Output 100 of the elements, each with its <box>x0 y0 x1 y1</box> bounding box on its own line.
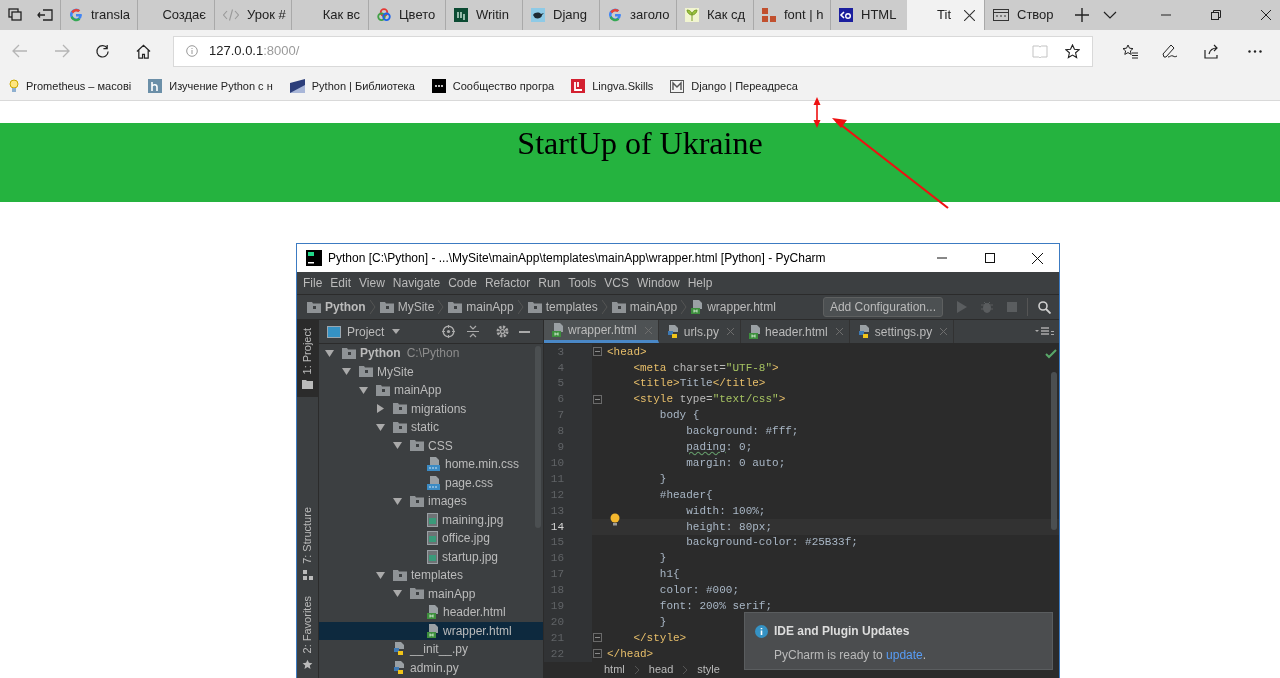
menu-item[interactable]: Tools <box>568 274 597 292</box>
chevron-icon <box>634 665 639 674</box>
tab-preview-icon[interactable] <box>7 8 22 22</box>
expanded-arrow-icon[interactable] <box>325 348 334 358</box>
refresh-icon[interactable] <box>95 43 110 59</box>
close-icon[interactable] <box>1032 252 1043 264</box>
set-aside-tabs-icon[interactable] <box>36 9 53 21</box>
tree-item[interactable]: templates <box>319 566 543 585</box>
tree-item[interactable]: __init__.py <box>319 640 543 659</box>
menu-item[interactable]: Window <box>636 274 680 292</box>
tab-list-icon[interactable] <box>1035 327 1055 336</box>
side-tab[interactable]: 1: Project <box>297 320 318 398</box>
breadcrumb-item[interactable]: mainApp <box>629 298 678 316</box>
tree-item[interactable]: mainApp <box>319 381 543 400</box>
favorite-star-icon[interactable] <box>1065 43 1080 59</box>
editor-tab[interactable]: header.html <box>741 320 850 343</box>
code-line: } <box>659 551 667 567</box>
dropdown-caret-icon[interactable] <box>392 329 401 334</box>
menu-item[interactable]: Run <box>538 274 561 292</box>
menu-item[interactable]: Navigate <box>392 274 441 292</box>
hide-panel-icon[interactable] <box>519 330 531 333</box>
menu-item[interactable]: Edit <box>330 274 352 292</box>
fold-icon[interactable] <box>593 633 602 643</box>
expanded-arrow-icon[interactable] <box>342 367 351 377</box>
scrollbar-thumb[interactable] <box>1051 372 1057 530</box>
tree-item[interactable]: mainApp <box>319 584 543 603</box>
ring-icon <box>69 8 83 22</box>
home-icon[interactable] <box>136 43 151 59</box>
expanded-arrow-icon[interactable] <box>393 496 402 506</box>
editor-tab[interactable]: wrapper.html <box>544 320 659 343</box>
expanded-arrow-icon[interactable] <box>393 589 402 599</box>
bookmark-link[interactable]: Django | Переадреса <box>691 77 798 95</box>
tree-item[interactable]: maining.jpg <box>319 510 543 529</box>
update-link[interactable]: update <box>886 648 923 662</box>
menu-item[interactable]: File <box>303 274 323 292</box>
restore-icon[interactable] <box>1211 10 1221 20</box>
tree-item[interactable]: office.jpg <box>319 529 543 548</box>
bookmark-link[interactable]: Python | Библиотека <box>311 77 415 95</box>
fold-icon[interactable] <box>593 347 602 357</box>
tree-item[interactable]: MySite <box>319 362 543 381</box>
side-tab[interactable]: 2: Favorites <box>297 587 318 678</box>
add-configuration-button[interactable]: Add Configuration... <box>822 297 943 317</box>
light-bulb-icon[interactable] <box>610 512 620 526</box>
maximize-icon[interactable] <box>985 253 995 263</box>
breadcrumb-item[interactable]: MySite <box>397 298 435 316</box>
menu-item[interactable]: View <box>359 274 385 292</box>
side-tab[interactable]: 7: Structure <box>297 498 318 588</box>
chevron-down-icon[interactable] <box>1103 11 1117 19</box>
tree-item[interactable]: page.css <box>319 473 543 492</box>
expanded-arrow-icon[interactable] <box>393 441 402 451</box>
collapse-all-icon[interactable] <box>467 325 480 338</box>
expanded-arrow-icon[interactable] <box>376 570 385 580</box>
tree-item[interactable]: static <box>319 418 543 437</box>
more-icon[interactable] <box>1248 49 1262 53</box>
bookmark-link[interactable]: Prometheus – масові <box>26 77 132 95</box>
breadcrumb-item[interactable]: templates <box>545 298 598 316</box>
tree-item[interactable]: images <box>319 492 543 511</box>
tree-item[interactable]: CSS <box>319 436 543 455</box>
tree-item[interactable]: home.min.css <box>319 455 543 474</box>
settings-icon[interactable] <box>496 325 510 338</box>
page-heading: StartUp of Ukraine <box>517 124 763 162</box>
tree-item[interactable]: header.html <box>319 603 543 622</box>
breadcrumb-item[interactable]: mainApp <box>466 298 514 316</box>
browser-tab[interactable]: Tit <box>907 0 984 30</box>
menu-item[interactable]: VCS <box>604 274 629 292</box>
editor-tab[interactable]: urls.py <box>658 320 742 343</box>
fold-icon[interactable] <box>593 395 602 405</box>
locate-icon[interactable] <box>442 325 456 338</box>
address-field[interactable]: 127.0.0.1:8000/ <box>173 35 1093 67</box>
panel-title[interactable]: Project <box>347 322 385 341</box>
tree-item[interactable]: startup.jpg <box>319 547 543 566</box>
expanded-arrow-icon[interactable] <box>376 422 385 432</box>
bookmark-link[interactable]: Lingva.Skills <box>592 77 654 95</box>
tree-item[interactable]: wrapper.html <box>319 621 543 640</box>
breadcrumb-item[interactable]: wrapper.html <box>707 298 776 316</box>
fold-icon[interactable] <box>593 649 602 659</box>
tree-item[interactable]: admin.py <box>319 658 543 677</box>
search-icon[interactable] <box>1038 300 1051 314</box>
tree-item[interactable]: Python C:\Python <box>319 344 543 363</box>
new-tab-icon[interactable] <box>1075 8 1089 22</box>
bookmark-link[interactable]: Изучение Python с н <box>169 77 273 95</box>
editor-tab[interactable]: settings.py <box>849 320 955 343</box>
menu-item[interactable]: Code <box>448 274 477 292</box>
css-file-icon <box>427 457 441 472</box>
collapsed-arrow-icon[interactable] <box>376 404 385 414</box>
menu-item[interactable]: Refactor <box>484 274 531 292</box>
pen-icon[interactable] <box>1162 43 1178 59</box>
close-icon[interactable] <box>1261 10 1271 20</box>
path-item[interactable]: html <box>604 661 625 678</box>
path-item[interactable]: style <box>697 661 720 678</box>
close-tab-icon[interactable] <box>964 9 975 21</box>
share-icon[interactable] <box>1204 43 1220 59</box>
menu-item[interactable]: Help <box>687 274 713 292</box>
breadcrumb-item[interactable]: Python <box>325 298 366 316</box>
favorites-list-icon[interactable] <box>1122 43 1138 59</box>
tree-item[interactable]: migrations <box>319 399 543 418</box>
expanded-arrow-icon[interactable] <box>359 385 368 395</box>
check-icon <box>1045 349 1057 359</box>
path-item[interactable]: head <box>648 661 674 678</box>
bookmark-link[interactable]: Сообщество програ <box>452 77 555 95</box>
